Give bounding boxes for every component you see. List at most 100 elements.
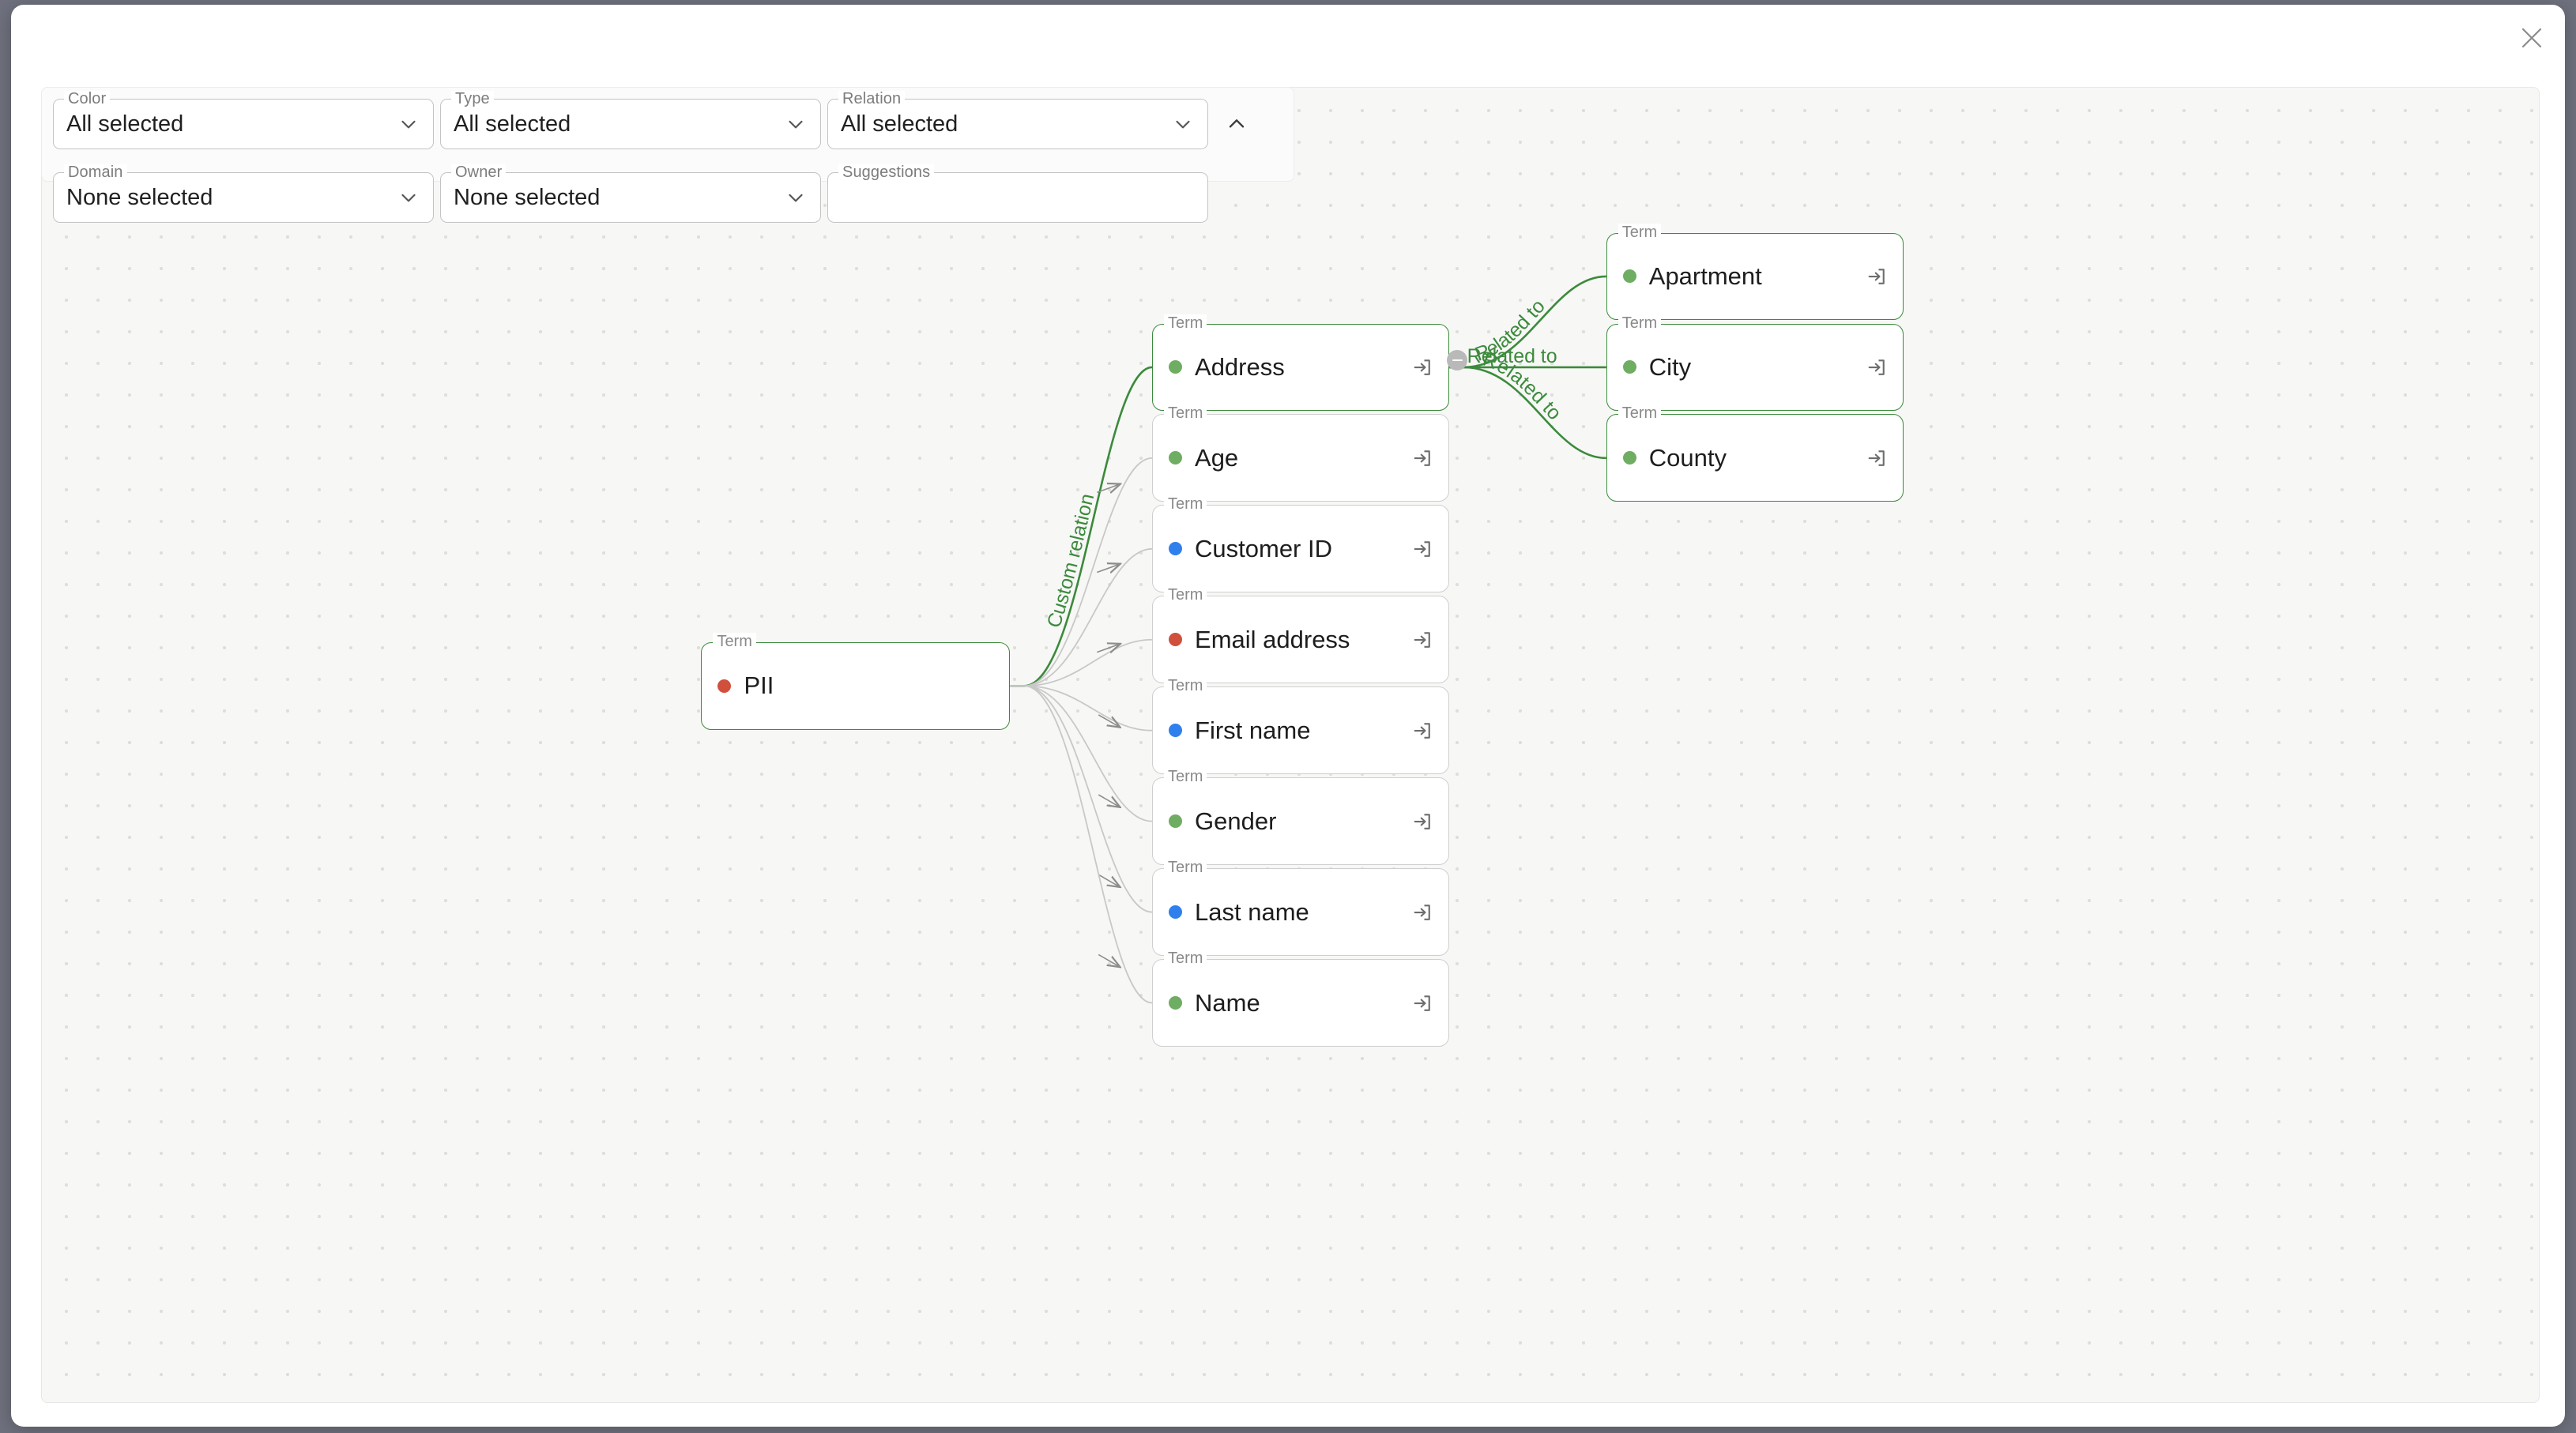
open-in-new-icon[interactable] <box>1410 355 1434 379</box>
graph-node-color-dot <box>1169 996 1183 1010</box>
graph-edge-arrow <box>1097 644 1119 652</box>
filter-type-value: All selected <box>454 111 571 137</box>
graph-node-type-label: Term <box>1164 495 1207 513</box>
close-icon <box>2521 28 2542 48</box>
graph-node-label: First name <box>1195 716 1311 744</box>
open-in-new-icon[interactable] <box>1410 628 1434 652</box>
graph-edge-pii-firstname <box>1010 685 1153 732</box>
graph-edge-arrow <box>1098 794 1119 807</box>
graph-edge-pii-age <box>1010 457 1153 687</box>
filter-relation[interactable]: Relation All selected <box>827 91 1208 149</box>
chevron-down-icon[interactable] <box>1171 112 1195 136</box>
graph-node-color-dot <box>1169 451 1183 465</box>
graph-node-label: Apartment <box>1648 261 1762 290</box>
graph-edge-pii-lastname <box>1010 685 1153 913</box>
collapse-node-handle-address[interactable] <box>1447 349 1468 370</box>
open-in-new-icon[interactable] <box>1865 355 1889 379</box>
graph-node-color-dot <box>717 679 732 693</box>
chevron-down-icon[interactable] <box>397 112 420 136</box>
graph-edge-pii-address <box>1010 366 1153 687</box>
graph-edge-label: Related to <box>1472 295 1550 366</box>
graph-edge-arrow <box>1098 714 1119 727</box>
graph-node-county[interactable]: Term County <box>1606 404 1904 502</box>
graph-node-address[interactable]: Term Address <box>1152 314 1450 412</box>
graph-node-type-label: Term <box>1618 223 1662 241</box>
graph-edge-arrow <box>1097 564 1119 572</box>
filter-color-value: All selected <box>66 111 184 137</box>
filter-suggestions[interactable]: Suggestions <box>827 164 1208 223</box>
graph-node-color-dot <box>1622 269 1636 284</box>
graph-node-pii[interactable]: Term PII <box>701 632 1011 730</box>
graph-node-type-label: Term <box>1164 768 1207 786</box>
open-in-new-icon[interactable] <box>1410 991 1434 1015</box>
graph-node-label: Gender <box>1195 807 1277 835</box>
filter-type[interactable]: Type All selected <box>440 91 821 149</box>
graph-node-label: Last name <box>1195 897 1309 926</box>
filter-domain-value: None selected <box>66 185 213 210</box>
chevron-down-icon[interactable] <box>784 112 808 136</box>
graph-node-email[interactable]: Term Email address <box>1152 586 1450 684</box>
graph-edge-label: Custom relation <box>1043 491 1099 630</box>
graph-node-color-dot <box>1622 360 1636 374</box>
graph-node-color-dot <box>1169 905 1183 920</box>
chevron-down-icon[interactable] <box>397 186 420 209</box>
graph-canvas[interactable]: Custom relation Related to Related to Relat… <box>41 87 2540 1403</box>
open-in-new-icon[interactable] <box>1410 901 1434 924</box>
graph-node-age[interactable]: Term Age <box>1152 404 1450 502</box>
open-in-new-icon[interactable] <box>1865 265 1889 288</box>
filter-type-label: Type <box>451 91 494 107</box>
graph-edge-pii-gender <box>1010 685 1153 822</box>
open-in-new-icon[interactable] <box>1410 446 1434 470</box>
open-in-new-icon[interactable] <box>1410 719 1434 743</box>
collapse-filters-button[interactable] <box>1219 99 1254 149</box>
graph-edge-arrow <box>1098 874 1119 886</box>
graph-edge-label: Related to <box>1467 345 1557 367</box>
filter-owner-label: Owner <box>451 164 507 181</box>
graph-node-apartment[interactable]: Term Apartment <box>1606 223 1904 321</box>
graph-node-label: Age <box>1195 443 1239 472</box>
filter-relation-label: Relation <box>838 91 906 107</box>
close-button[interactable] <box>2510 16 2554 60</box>
graph-edge-arrow <box>1097 484 1119 492</box>
graph-node-type-label: Term <box>1164 859 1207 877</box>
filter-domain[interactable]: Domain None selected <box>53 164 434 223</box>
filter-row-primary: Color All selected Type All selected Rel… <box>53 91 1254 149</box>
graph-node-label: Address <box>1195 352 1285 381</box>
filter-relation-value: All selected <box>841 111 958 137</box>
graph-edge-address-apartment <box>1449 275 1606 369</box>
graph-node-color-dot <box>1169 360 1183 374</box>
graph-node-label: Name <box>1195 988 1260 1017</box>
filter-row-secondary: Domain None selected Owner None selected… <box>53 164 1208 223</box>
graph-node-type-label: Term <box>1164 586 1207 604</box>
graph-node-type-label: Term <box>1164 404 1207 423</box>
graph-node-label: County <box>1648 443 1727 472</box>
graph-edge-address-county <box>1449 366 1606 460</box>
graph-node-type-label: Term <box>1164 677 1207 695</box>
graph-node-label: Email address <box>1195 625 1350 653</box>
graph-node-lastname[interactable]: Term Last name <box>1152 859 1450 956</box>
graph-node-color-dot <box>1169 542 1183 556</box>
graph-edge-pii-customerid <box>1010 547 1153 687</box>
graph-node-color-dot <box>1622 451 1636 465</box>
graph-node-label: PII <box>744 671 774 700</box>
graph-node-type-label: Term <box>1164 314 1207 332</box>
chevron-down-icon[interactable] <box>784 186 808 209</box>
open-in-new-icon[interactable] <box>1865 446 1889 470</box>
filter-domain-label: Domain <box>64 164 127 181</box>
open-in-new-icon[interactable] <box>1410 810 1434 833</box>
graph-node-city[interactable]: Term City <box>1606 314 1904 412</box>
graph-edge-pii-name <box>1010 685 1153 1004</box>
graph-node-firstname[interactable]: Term First name <box>1152 677 1450 775</box>
graph-edge-label: Related to <box>1480 348 1566 424</box>
filter-color[interactable]: Color All selected <box>53 91 434 149</box>
graph-node-type-label: Term <box>713 632 756 650</box>
graph-modal: Custom relation Related to Related to Relat… <box>11 5 2565 1427</box>
open-in-new-icon[interactable] <box>1410 537 1434 561</box>
graph-node-customerid[interactable]: Term Customer ID <box>1152 495 1450 593</box>
graph-node-color-dot <box>1169 814 1183 829</box>
graph-node-name[interactable]: Term Name <box>1152 950 1450 1047</box>
graph-node-gender[interactable]: Term Gender <box>1152 768 1450 866</box>
filter-owner[interactable]: Owner None selected <box>440 164 821 223</box>
graph-node-type-label: Term <box>1164 950 1207 968</box>
filter-color-label: Color <box>64 91 111 107</box>
